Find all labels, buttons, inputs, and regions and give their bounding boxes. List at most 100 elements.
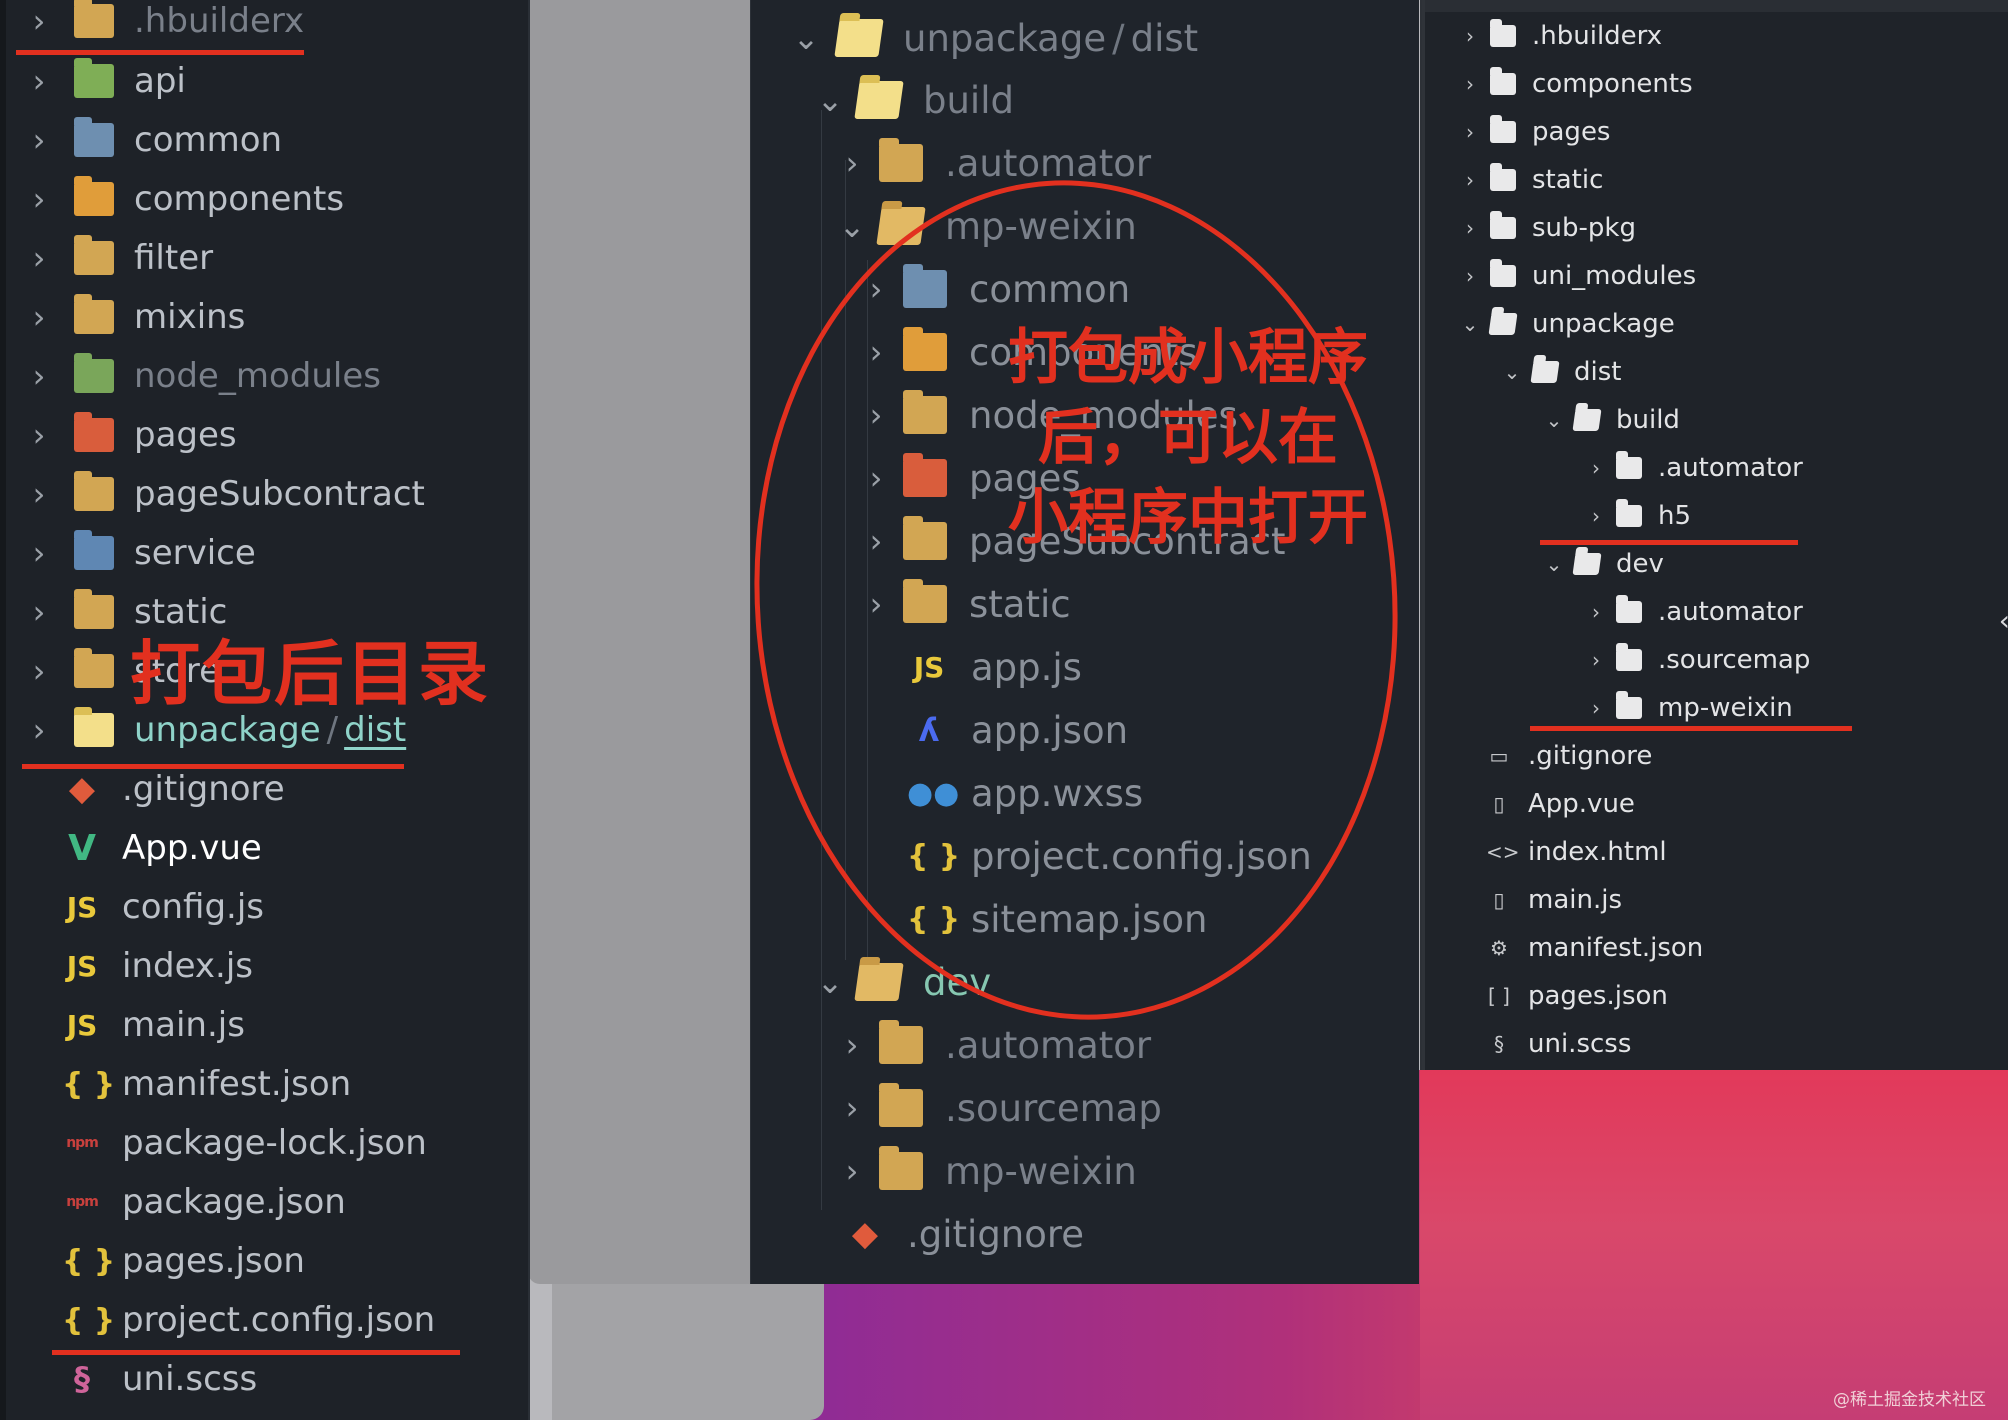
tree-file-index-html[interactable]: <> index.html — [1486, 834, 1667, 870]
tree-file-package-json[interactable]: npm package.json — [62, 1175, 346, 1229]
tree-file-gitignore[interactable]: ◆ .gitignore — [62, 762, 285, 816]
chevron-right-icon[interactable]: › — [22, 180, 56, 218]
chevron-down-icon[interactable]: ⌄ — [835, 207, 869, 245]
tree-item-label: package-lock.json — [122, 1123, 427, 1163]
tree-item-components[interactable]: › components — [1458, 66, 1693, 102]
chevron-right-icon[interactable]: › — [835, 1089, 869, 1127]
tree-item-dev-mp-weixin[interactable]: › mp-weixin — [1584, 690, 1793, 726]
tree-item-pages[interactable]: › pages — [1458, 114, 1610, 150]
chevron-right-icon[interactable]: › — [22, 593, 56, 631]
chevron-right-icon[interactable]: › — [1458, 120, 1482, 144]
chevron-right-icon[interactable]: › — [22, 239, 56, 277]
chevron-right-icon[interactable]: › — [22, 652, 56, 690]
tree-item-dev[interactable]: ⌄ dev — [1542, 546, 1664, 582]
tree-item-unpackage-dist-root[interactable]: ⌄ unpackage / dist — [789, 10, 1199, 66]
tree-item-mixins[interactable]: › mixins — [22, 290, 245, 344]
tree-item-common[interactable]: › common — [22, 113, 282, 167]
chevron-right-icon[interactable]: › — [1584, 648, 1608, 672]
chevron-down-icon[interactable]: ⌄ — [813, 963, 847, 1001]
tree-file-package-lock-json[interactable]: npm package-lock.json — [62, 1116, 427, 1170]
tree-item-service[interactable]: › service — [22, 526, 256, 580]
chevron-right-icon[interactable]: › — [22, 62, 56, 100]
tree-item-dev-sourcemap[interactable]: › .sourcemap — [835, 1080, 1162, 1136]
tree-item-label: .gitignore — [907, 1212, 1085, 1256]
tree-item-dev-sourcemap[interactable]: › .sourcemap — [1584, 642, 1810, 678]
chevron-down-icon[interactable]: ⌄ — [1542, 552, 1566, 576]
tree-item-build[interactable]: ⌄ build — [813, 72, 1014, 128]
tree-file-main-js[interactable]: JS main.js — [62, 998, 245, 1052]
tree-item-dev-automator[interactable]: › .automator — [1584, 594, 1803, 630]
chevron-down-icon[interactable]: ⌄ — [1542, 408, 1566, 432]
js-file-icon: ▯ — [1493, 888, 1505, 912]
folder-icon — [879, 1146, 923, 1190]
tree-item-build-automator[interactable]: › .automator — [1584, 450, 1803, 486]
tree-item-hbuilderx[interactable]: › .hbuilderx — [1458, 18, 1662, 54]
tree-item-unpackage[interactable]: ⌄ unpackage — [1458, 306, 1675, 342]
tree-file-manifest-json[interactable]: { } manifest.json — [62, 1057, 351, 1111]
tree-item-dist[interactable]: ⌄ dist — [1500, 354, 1622, 390]
chevron-right-icon[interactable]: › — [835, 1026, 869, 1064]
chevron-down-icon[interactable]: ⌄ — [1458, 312, 1482, 336]
chevron-right-icon[interactable]: › — [22, 711, 56, 749]
chevron-right-icon[interactable]: › — [1584, 600, 1608, 624]
tree-file-project-config-json[interactable]: { } project.config.json — [62, 1293, 435, 1347]
chevron-right-icon[interactable]: › — [835, 144, 869, 182]
tree-file-uni-scss[interactable]: § uni.scss — [62, 1352, 257, 1406]
chevron-right-icon[interactable]: › — [1584, 456, 1608, 480]
tree-item-dev-mp-weixin[interactable]: › mp-weixin — [835, 1143, 1137, 1199]
chevron-right-icon[interactable]: › — [22, 357, 56, 395]
chevron-right-icon[interactable]: › — [1584, 504, 1608, 528]
chevron-right-icon[interactable]: › — [22, 475, 56, 513]
chevron-right-icon[interactable]: › — [22, 121, 56, 159]
chevron-right-icon[interactable]: › — [835, 1152, 869, 1190]
tree-file-main-js[interactable]: ▯ main.js — [1486, 882, 1622, 918]
tree-file-uni-scss[interactable]: § uni.scss — [1486, 1026, 1631, 1062]
chevron-down-icon[interactable]: ⌄ — [789, 19, 823, 57]
chevron-down-icon[interactable]: ⌄ — [1500, 360, 1524, 384]
tree-file-app-vue[interactable]: ▯ App.vue — [1486, 786, 1634, 822]
tree-item-build-h5[interactable]: › h5 — [1584, 498, 1691, 534]
tree-file-index-js[interactable]: JS index.js — [62, 939, 253, 993]
tree-item-sub-pkg[interactable]: › sub-pkg — [1458, 210, 1636, 246]
chevron-right-icon[interactable]: › — [1458, 216, 1482, 240]
tree-item-label: common — [134, 120, 283, 160]
tree-file-gitignore[interactable]: ▭ .gitignore — [1486, 738, 1653, 774]
tree-file-config-js[interactable]: JS config.js — [62, 880, 264, 934]
chevron-right-icon[interactable]: › — [22, 2, 56, 40]
tree-item-label: api — [134, 61, 186, 101]
chevron-right-icon[interactable]: › — [22, 416, 56, 454]
tree-item-hbuilderx[interactable]: › .hbuilderx — [22, 0, 304, 48]
tree-item-uni-modules[interactable]: › uni_modules — [1458, 258, 1696, 294]
chevron-down-icon[interactable]: ⌄ — [813, 81, 847, 119]
tree-file-app-vue[interactable]: V App.vue — [62, 821, 262, 875]
tree-file-manifest-json[interactable]: ⚙ manifest.json — [1486, 930, 1703, 966]
tree-item-dev-automator[interactable]: › .automator — [835, 1017, 1151, 1073]
tree-item-label: build — [1616, 405, 1680, 435]
tree-item-label: .sourcemap — [1658, 645, 1811, 675]
tree-file-pages-json[interactable]: [ ] pages.json — [1486, 978, 1668, 1014]
tree-item-label: config.js — [122, 887, 265, 927]
tree-file-gitignore[interactable]: ◆ .gitignore — [843, 1206, 1084, 1262]
tree-item-api[interactable]: › api — [22, 54, 186, 108]
tree-item-components[interactable]: › components — [22, 172, 344, 226]
collapse-chevron-icon[interactable]: ‹ — [1999, 604, 2008, 637]
tree-item-label: .gitignore — [122, 769, 285, 809]
chevron-right-icon[interactable]: › — [1584, 696, 1608, 720]
json-icon: { } — [62, 1243, 116, 1279]
chevron-right-icon[interactable]: › — [1458, 264, 1482, 288]
annotation-packaged-directory: 打包后目录 — [130, 633, 490, 715]
chevron-right-icon[interactable]: › — [22, 534, 56, 572]
chevron-right-icon[interactable]: › — [1458, 168, 1482, 192]
folder-icon — [74, 235, 114, 275]
chevron-right-icon[interactable]: › — [1458, 24, 1482, 48]
tree-item-build[interactable]: ⌄ build — [1542, 402, 1680, 438]
tree-item-static[interactable]: › static — [1458, 162, 1603, 198]
tree-item-filter[interactable]: › filter — [22, 231, 213, 285]
tree-file-pages-json[interactable]: { } pages.json — [62, 1234, 305, 1288]
tree-item-node-modules[interactable]: › node_modules — [22, 349, 381, 403]
chevron-right-icon[interactable]: › — [22, 298, 56, 336]
chevron-right-icon[interactable]: › — [1458, 72, 1482, 96]
folder-components-icon — [74, 176, 114, 216]
tree-item-pages[interactable]: › pages — [22, 408, 237, 462]
tree-item-pagesubcontract[interactable]: › pageSubcontract — [22, 467, 425, 521]
